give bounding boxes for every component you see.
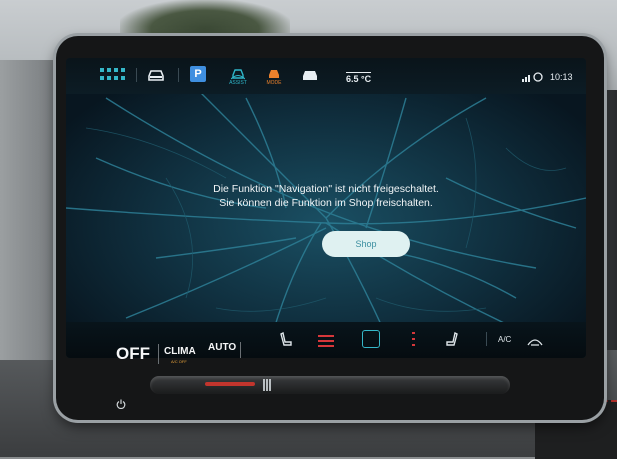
off-key[interactable]: OFF: [116, 344, 150, 364]
parking-label: P: [194, 68, 202, 80]
heated-seat-right-icon[interactable]: [412, 332, 416, 346]
navigation-unavailable-message: Die Funktion "Navigation" ist nicht frei…: [66, 182, 586, 210]
message-line-1: Die Funktion "Navigation" ist nicht frei…: [213, 183, 439, 195]
defrost-icon[interactable]: [362, 330, 380, 348]
auto-key[interactable]: AUTO: [208, 342, 236, 353]
assist-button[interactable]: ASSIST: [226, 66, 250, 88]
drive-mode-button[interactable]: MODE: [262, 66, 286, 88]
signal-icon: [522, 72, 544, 82]
drive-mode-icon: [269, 70, 279, 78]
status-bar: P ASSIST MODE 6.5 °C 10:13: [66, 58, 586, 94]
topbar-divider: [136, 68, 137, 82]
bottombar-divider: [486, 332, 487, 346]
seat-right-icon[interactable]: [444, 331, 458, 348]
hardkey-divider: [240, 342, 241, 358]
seat-left-icon[interactable]: [280, 331, 294, 348]
infotainment-screen: P ASSIST MODE 6.5 °C 10:13 Die Funktion …: [66, 58, 586, 358]
car-settings-icon[interactable]: [300, 66, 320, 84]
mode-label: MODE: [266, 80, 282, 86]
recirculation-icon[interactable]: [526, 334, 544, 346]
clock: 10:13: [550, 72, 573, 82]
clima-sub-label: A/C OFF: [171, 359, 187, 364]
topbar-divider: [178, 68, 179, 82]
shop-button[interactable]: Shop: [322, 231, 410, 257]
assist-label: ASSIST: [229, 80, 247, 86]
power-icon[interactable]: [116, 396, 126, 410]
assist-icon: [231, 69, 245, 80]
temperature-slider[interactable]: [150, 376, 510, 394]
message-line-2: Sie können die Funktion im Shop freischa…: [219, 197, 433, 209]
parking-icon[interactable]: P: [190, 66, 206, 82]
outside-temperature: 6.5 °C: [346, 72, 372, 84]
hardkey-divider: [158, 344, 159, 364]
heated-seat-left-icon[interactable]: [318, 334, 334, 347]
temperature-slider-fill: [205, 382, 255, 386]
apps-grid-icon[interactable]: [100, 68, 126, 82]
slider-knob-icon[interactable]: [262, 377, 272, 393]
ac-button[interactable]: A/C: [498, 335, 511, 344]
car-icon[interactable]: [146, 66, 166, 84]
clima-key[interactable]: CLIMA: [164, 346, 196, 357]
